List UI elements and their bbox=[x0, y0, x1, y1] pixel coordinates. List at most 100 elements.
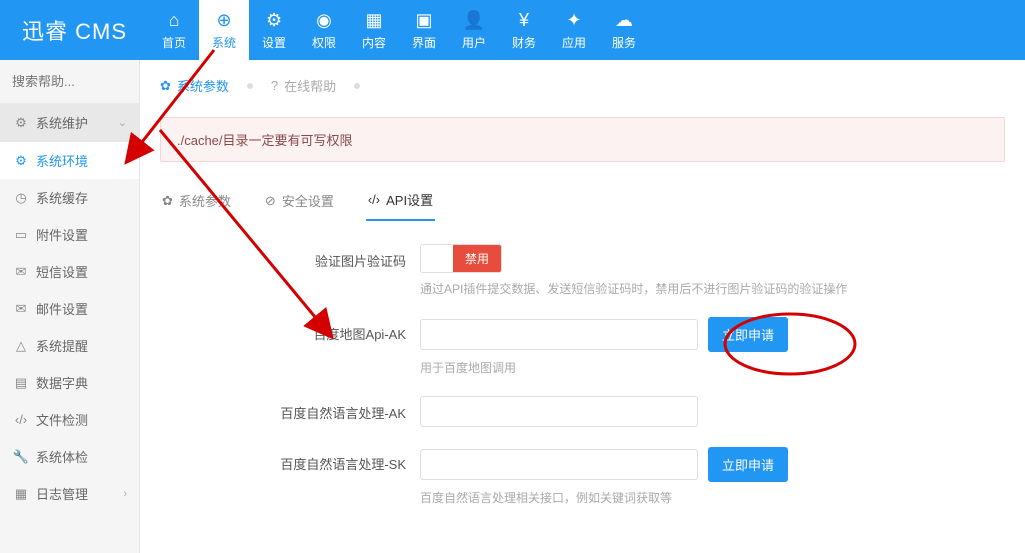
sidebar-item-label: 日志管理 bbox=[36, 484, 88, 503]
sidebar-item-label: 附件设置 bbox=[36, 225, 88, 244]
shield-icon: ⊘ bbox=[265, 193, 276, 209]
tabs: ✿ 系统参数 ⊘ 安全设置 ‹/› API设置 bbox=[160, 180, 1005, 222]
user-circle-icon: ◉ bbox=[316, 10, 332, 32]
topnav-item-服务[interactable]: ☁ 服务 bbox=[599, 0, 649, 60]
sidebar-item-短信设置[interactable]: ✉ 短信设置 bbox=[0, 253, 139, 290]
sidebar-item-label: 系统体检 bbox=[36, 447, 88, 466]
clock-icon: ◷ bbox=[12, 190, 30, 206]
crumb-dot bbox=[247, 83, 253, 89]
sidebar-item-系统缓存[interactable]: ◷ 系统缓存 bbox=[0, 179, 139, 216]
sidebar-item-label: 短信设置 bbox=[36, 262, 88, 281]
help-text: 百度自然语言处理相关接口，例如关键词获取等 bbox=[420, 489, 1005, 506]
sidebar-item-数据字典[interactable]: ▤数据字典 bbox=[0, 364, 139, 401]
gear-icon: ✿ bbox=[160, 78, 171, 94]
puzzle-icon: ✦ bbox=[566, 10, 581, 32]
search-box: 🔍 bbox=[0, 60, 139, 103]
tab-系统参数[interactable]: ✿ 系统参数 bbox=[160, 180, 233, 221]
toggle-off[interactable]: 禁用 bbox=[453, 245, 501, 272]
gear-icon: ⚙ bbox=[12, 115, 30, 131]
field-label-baidu-map-ak: 百度地图Api-AK bbox=[160, 317, 420, 343]
main-content: ✿ 系统参数 ? 在线帮助 ./cache/目录一定要有可写权限 ✿ 系统参数 ⊘ 安… bbox=[140, 60, 1025, 553]
tab-API设置[interactable]: ‹/› API设置 bbox=[366, 180, 435, 221]
sidebar-item-label: 邮件设置 bbox=[36, 299, 88, 318]
topnav-item-界面[interactable]: ▣界面 bbox=[399, 0, 449, 60]
crumb-online-help[interactable]: ? 在线帮助 bbox=[271, 76, 336, 95]
topnav-item-权限[interactable]: ◉权限 bbox=[299, 0, 349, 60]
user-icon: 👤 bbox=[463, 10, 485, 32]
nlp-sk-input[interactable] bbox=[420, 449, 698, 480]
sidebar-item-label: 文件检测 bbox=[36, 410, 88, 429]
tab-安全设置[interactable]: ⊘ 安全设置 bbox=[263, 180, 336, 221]
field-label-nlp-ak: 百度自然语言处理-AK bbox=[160, 396, 420, 422]
sidebar-item-label: 系统提醒 bbox=[36, 336, 88, 355]
grid-icon: ▦ bbox=[366, 10, 383, 32]
topnav-label: 财务 bbox=[512, 34, 536, 51]
topnav-label: 服务 bbox=[612, 34, 636, 51]
warning-alert: ./cache/目录一定要有可写权限 bbox=[160, 117, 1005, 162]
topnav-item-应用[interactable]: ✦ 应用 bbox=[549, 0, 599, 60]
tab-label: 系统参数 bbox=[179, 191, 231, 210]
tab-label: API设置 bbox=[386, 190, 433, 209]
sidebar: 🔍 ⚙ 系统维护 ⌄ ⚙ 系统环境 ◷ 系统缓存 ▭ 附件设置 ✉ 短信设置 ✉ 邮件设置 △ 系统提… bbox=[0, 60, 140, 553]
sidebar-item-系统体检[interactable]: 🔧 系统体检 bbox=[0, 438, 139, 475]
sidebar-item-文件检测[interactable]: ‹/› 文件检测 bbox=[0, 401, 139, 438]
tab-label: 安全设置 bbox=[282, 191, 334, 210]
cogs-icon: ⚙ bbox=[266, 10, 282, 32]
topnav-item-内容[interactable]: ▦ 内容 bbox=[349, 0, 399, 60]
sidebar-item-label: 系统缓存 bbox=[36, 188, 88, 207]
code-icon: ‹/› bbox=[12, 412, 30, 427]
sidebar-item-日志管理[interactable]: ▦ 日志管理 › bbox=[0, 475, 139, 512]
chevron-right-icon: › bbox=[123, 488, 127, 500]
sidebar-item-系统提醒[interactable]: △ 系统提醒 bbox=[0, 327, 139, 364]
topnav-label: 内容 bbox=[362, 34, 386, 51]
yen-icon: ¥ bbox=[519, 10, 529, 32]
wrench-icon: 🔧 bbox=[12, 449, 30, 465]
book-icon: ▤ bbox=[12, 375, 30, 391]
top-nav: 迅睿 CMS ⌂ 首页 ⊕ 系统 ⚙ 设置 ◉权限 ▦ 内容 ▣界面 👤 用户 ¥ 财务 ✦ 应用 ☁ 服务 bbox=[0, 0, 1025, 60]
globe-icon: ⊕ bbox=[216, 10, 231, 32]
help-text: 通过API插件提交数据、发送短信验证码时，禁用后不进行图片验证码的验证操作 bbox=[420, 280, 1005, 297]
code-icon: ‹/› bbox=[368, 192, 380, 207]
sidebar-section-label: 系统维护 bbox=[36, 113, 88, 132]
topnav-item-系统[interactable]: ⊕ 系统 bbox=[199, 0, 249, 60]
home-icon: ⌂ bbox=[169, 10, 180, 32]
topnav-label: 首页 bbox=[162, 34, 186, 51]
mail-icon: ✉ bbox=[12, 264, 30, 280]
topnav-item-用户[interactable]: 👤 用户 bbox=[449, 0, 499, 60]
sidebar-item-label: 系统环境 bbox=[36, 151, 88, 170]
topnav-item-财务[interactable]: ¥ 财务 bbox=[499, 0, 549, 60]
crumb-system-params[interactable]: ✿ 系统参数 bbox=[160, 76, 229, 95]
baidu-map-ak-input[interactable] bbox=[420, 319, 698, 350]
topnav-label: 应用 bbox=[562, 34, 586, 51]
help-text: 用于百度地图调用 bbox=[420, 359, 1005, 376]
envelope-icon: ✉ bbox=[12, 301, 30, 317]
calendar-icon: ▦ bbox=[12, 486, 30, 502]
topnav-item-首页[interactable]: ⌂ 首页 bbox=[149, 0, 199, 60]
sidebar-section-head[interactable]: ⚙ 系统维护 ⌄ bbox=[0, 103, 139, 142]
toggle-on[interactable] bbox=[421, 245, 453, 272]
topnav-label: 设置 bbox=[262, 34, 286, 51]
folder-icon: ▭ bbox=[12, 227, 30, 243]
bell-icon: △ bbox=[12, 338, 30, 354]
sidebar-item-系统环境[interactable]: ⚙ 系统环境 bbox=[0, 142, 139, 179]
crumb-dot bbox=[354, 83, 360, 89]
sidebar-item-邮件设置[interactable]: ✉ 邮件设置 bbox=[0, 290, 139, 327]
topnav-item-设置[interactable]: ⚙ 设置 bbox=[249, 0, 299, 60]
cloud-icon: ☁ bbox=[615, 10, 633, 32]
topnav-label: 系统 bbox=[212, 34, 236, 51]
field-label-captcha: 验证图片验证码 bbox=[160, 244, 420, 270]
field-label-nlp-sk: 百度自然语言处理-SK bbox=[160, 447, 420, 473]
brand-logo: 迅睿 CMS bbox=[0, 0, 149, 60]
captcha-toggle[interactable]: 禁用 bbox=[420, 244, 502, 273]
gear-icon: ⚙ bbox=[12, 153, 30, 169]
layout-icon: ▣ bbox=[416, 10, 433, 32]
breadcrumb: ✿ 系统参数 ? 在线帮助 bbox=[140, 60, 1025, 105]
sidebar-item-附件设置[interactable]: ▭ 附件设置 bbox=[0, 216, 139, 253]
topnav-label: 用户 bbox=[462, 34, 486, 51]
apply-now-button[interactable]: 立即申请 bbox=[708, 317, 788, 352]
help-icon: ? bbox=[271, 78, 278, 93]
form-area: 验证图片验证码 禁用 通过API插件提交数据、发送短信验证码时，禁用后不进行图片… bbox=[140, 222, 1025, 548]
gear-icon: ✿ bbox=[162, 193, 173, 209]
apply-now-button[interactable]: 立即申请 bbox=[708, 447, 788, 482]
nlp-ak-input[interactable] bbox=[420, 396, 698, 427]
